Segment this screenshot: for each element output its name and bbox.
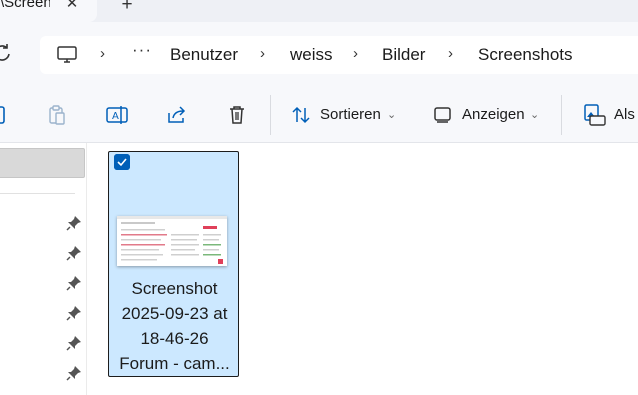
pin-icon[interactable] bbox=[66, 215, 82, 231]
close-icon[interactable]: ✕ bbox=[62, 0, 82, 14]
breadcrumb-item-bilder[interactable]: Bilder bbox=[382, 45, 425, 65]
pin-icon[interactable] bbox=[66, 275, 82, 291]
tab-strip: \Screenshots ✕ + bbox=[0, 0, 638, 22]
delete-icon[interactable] bbox=[226, 104, 248, 126]
checkbox-checked-icon[interactable] bbox=[114, 154, 130, 170]
breadcrumb-separator[interactable]: › bbox=[260, 45, 265, 62]
file-list: Screenshot 2025-09-23 at 18-46-26 Forum … bbox=[87, 143, 638, 395]
sort-label: Sortieren bbox=[320, 106, 381, 123]
pin-icon[interactable] bbox=[66, 245, 82, 261]
command-bar: A Sortieren ⌄ Anzeigen ⌄ Als bbox=[0, 86, 638, 143]
set-as-background-icon bbox=[584, 104, 606, 126]
breadcrumb-item-screenshots[interactable]: Screenshots bbox=[478, 45, 573, 65]
file-name-line: 2025-09-23 at bbox=[121, 304, 228, 323]
view-label: Anzeigen bbox=[462, 106, 525, 123]
view-icon bbox=[434, 107, 451, 123]
share-icon[interactable] bbox=[166, 104, 188, 126]
rename-icon[interactable]: A bbox=[106, 104, 128, 126]
sort-button[interactable]: Sortieren ⌄ bbox=[288, 102, 408, 128]
set-as-label: Als bbox=[614, 106, 635, 123]
tab-screenshots[interactable]: \Screenshots ✕ bbox=[0, 0, 97, 22]
breadcrumb-separator[interactable]: › bbox=[448, 45, 453, 62]
sort-icon bbox=[292, 106, 310, 124]
file-name-line: 18-46-26 bbox=[140, 329, 209, 348]
file-item-screenshot[interactable]: Screenshot 2025-09-23 at 18-46-26 Forum … bbox=[108, 151, 239, 377]
nav-item-selected[interactable] bbox=[0, 148, 85, 178]
nav-divider bbox=[0, 193, 75, 194]
file-name-line: Forum - cam... bbox=[119, 354, 230, 373]
file-name-line: Screenshot bbox=[131, 279, 218, 298]
paste-icon[interactable] bbox=[46, 104, 68, 126]
plus-icon[interactable]: + bbox=[116, 0, 138, 16]
command-divider bbox=[270, 95, 271, 135]
pin-icon[interactable] bbox=[66, 365, 82, 381]
svg-text:A: A bbox=[112, 111, 119, 122]
breadcrumb-separator[interactable]: › bbox=[353, 45, 358, 62]
breadcrumb-item-weiss[interactable]: weiss bbox=[290, 45, 333, 65]
chevron-down-icon: ⌄ bbox=[387, 109, 397, 121]
address-row: › ··· Benutzer › weiss › Bilder › Screen… bbox=[0, 22, 638, 86]
refresh-icon[interactable] bbox=[0, 42, 12, 64]
set-as-button[interactable]: Als bbox=[582, 102, 638, 128]
breadcrumb-separator[interactable]: › bbox=[100, 45, 105, 62]
breadcrumb-more-button[interactable]: ··· bbox=[132, 40, 152, 60]
pin-icon[interactable] bbox=[66, 305, 82, 321]
screenshot-thumbnail bbox=[117, 216, 227, 266]
breadcrumb-item-benutzer[interactable]: Benutzer bbox=[170, 45, 238, 65]
breadcrumb[interactable]: › ··· Benutzer › weiss › Bilder › Screen… bbox=[40, 36, 638, 74]
pin-icon[interactable] bbox=[66, 335, 82, 351]
copy-icon[interactable] bbox=[0, 104, 8, 126]
tab-title: \Screenshots bbox=[0, 0, 50, 11]
this-pc-icon[interactable] bbox=[56, 45, 78, 65]
command-divider bbox=[561, 95, 562, 135]
navigation-pane bbox=[0, 143, 87, 395]
file-name[interactable]: Screenshot 2025-09-23 at 18-46-26 Forum … bbox=[109, 276, 240, 376]
chevron-down-icon: ⌄ bbox=[530, 109, 540, 121]
view-button[interactable]: Anzeigen ⌄ bbox=[431, 102, 551, 128]
